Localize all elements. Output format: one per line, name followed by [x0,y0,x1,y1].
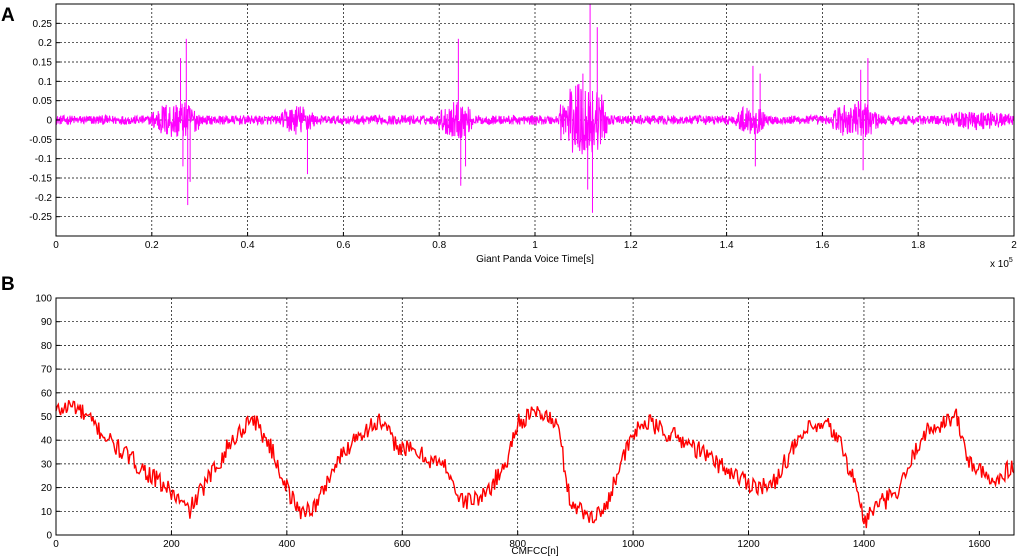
panel-b-y-tick-label: 70 [41,365,53,376]
panel-a-y-tick-label: -0.2 [35,193,53,204]
panel-b-x-tick-label: 1200 [737,539,760,550]
panel-a-y-tick-label: -0.15 [29,174,52,185]
panel-a-chart: 0 0.2 0.4 0.6 0.8 1 1.2 1.4 1.6 1.8 2 -0.25-0.2-0.… [29,3,1017,270]
panel-a-x-tick-label: 1.6 [815,240,829,251]
panel-a-x-tick-label: 1.8 [911,240,925,251]
panel-a-x-tick-label: 1.2 [624,240,638,251]
panel-a-y-tick-label: 0.25 [33,19,53,30]
panel-b-y-tick-label: 100 [35,294,52,305]
panel-b-x-tick-label: 400 [278,539,295,550]
panel-b-x-tick-label: 1600 [968,539,991,550]
panel-b-y-tick-label: 60 [41,388,53,399]
panel-b-x-tick-label: 200 [163,539,180,550]
panel-b-x-tick-label: 1000 [622,539,645,550]
panel-b-x-tick-label: 0 [53,539,59,550]
figure-canvas: A B 0 0.2 0.4 0.6 0.8 1 1.2 1.4 1.6 1.8 2 -0.25-0.… [1,3,1017,557]
panel-a-y-tick-label: -0.05 [29,135,52,146]
panel-a-y-tick-label: 0 [46,116,52,127]
panel-b-y-tick-label: 40 [41,436,53,447]
panel-a-y-tick-label: 0.15 [33,58,53,69]
panel-a-x-multiplier: x 105 [990,257,1013,270]
panel-b-y-tick-label: 0 [46,531,52,542]
panel-a-y-tick-label: -0.25 [29,212,52,223]
panel-b-y-tick-label: 50 [41,412,53,423]
panel-a-x-tick-label: 0.2 [145,240,159,251]
panel-b-x-tick-label: 600 [394,539,411,550]
panel-a-x-axis-label: Giant Panda Voice Time[s] [476,254,594,265]
panel-a-y-tick-label: 0.1 [38,77,52,88]
panel-b-y-tick-label: 90 [41,317,53,328]
panel-a-x-tick-label: 1 [532,240,538,251]
panel-a-x-tick-label: 0.8 [432,240,446,251]
panel-b-y-tick-label: 30 [41,459,53,470]
panel-a-x-tick-label: 2 [1011,240,1017,251]
panel-a-x-multiplier-exponent: 5 [1009,257,1013,264]
panel-b-y-tick-label: 10 [41,507,53,518]
panel-a-x-tick-label: 1.4 [720,240,734,251]
panel-a-y-tick-label: 0.05 [33,96,53,107]
panel-b-x-axis-label: CMFCC[n] [511,546,558,557]
panel-a-x-tick-label: 0.4 [241,240,255,251]
panel-a-y-tick-label: -0.1 [35,154,53,165]
panel-a-x-tick-label: 0 [53,240,59,251]
panel-a-x-tick-label: 0.6 [336,240,350,251]
panel-a-y-ticks: -0.25 -0.2 -0.15 -0.1 -0.05 0 0.05 0.1 0.15 0.2 0.… [29,19,60,223]
panel-b-plot-area [56,298,1014,535]
panel-b-letter: B [1,274,15,295]
panel-b-y-tick-label: 80 [41,341,53,352]
panel-b-chart: 0 200 400 600 800 1000 1200 1400 1600 0102030405… [35,294,1015,557]
panel-b-y-tick-label: 20 [41,483,53,494]
panel-a-y-tick-label: 0.2 [38,38,52,49]
panel-a-x-multiplier-base: x 10 [990,259,1009,270]
panel-b-x-tick-label: 1400 [853,539,876,550]
panel-a-letter: A [1,5,15,26]
